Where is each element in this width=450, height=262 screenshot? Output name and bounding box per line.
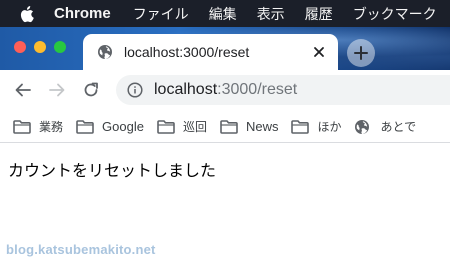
bookmark-folder-google[interactable]: Google xyxy=(76,119,144,134)
bookmark-atode[interactable]: あとで xyxy=(354,118,416,135)
folder-icon xyxy=(76,119,94,133)
close-window-button[interactable] xyxy=(14,41,26,53)
globe-icon xyxy=(97,44,113,60)
apple-logo-icon[interactable] xyxy=(19,4,34,24)
bookmark-label: Google xyxy=(102,119,144,134)
menu-app-chrome[interactable]: Chrome xyxy=(54,5,111,22)
page-content: カウントをリセットしました blog.katsubemakito.net xyxy=(0,144,450,262)
bookmark-folder-news[interactable]: News xyxy=(220,119,279,134)
menu-file[interactable]: ファイル xyxy=(133,4,189,24)
plus-icon xyxy=(354,46,368,60)
url-text: localhost:3000/reset xyxy=(154,81,297,99)
bookmark-label: 巡回 xyxy=(183,118,207,135)
bookmarks-bar: 業務 Google 巡回 News ほか あとで xyxy=(0,110,450,143)
reset-message: カウントをリセットしました xyxy=(8,157,216,181)
menu-history[interactable]: 履歴 xyxy=(305,4,333,24)
bookmark-label: ほか xyxy=(317,118,341,135)
bookmark-label: 業務 xyxy=(39,118,63,135)
bookmark-folder-hoka[interactable]: ほか xyxy=(291,118,341,135)
globe-icon xyxy=(354,119,372,133)
watermark: blog.katsubemakito.net xyxy=(6,242,156,257)
bookmark-label: News xyxy=(246,119,279,134)
bookmark-folder-junkai[interactable]: 巡回 xyxy=(157,118,207,135)
folder-icon xyxy=(291,119,309,133)
tab-strip: localhost:3000/reset xyxy=(0,27,450,70)
fullscreen-window-button[interactable] xyxy=(54,41,66,53)
folder-icon xyxy=(13,119,31,133)
forward-arrow-icon[interactable] xyxy=(48,81,66,99)
tab-title: localhost:3000/reset xyxy=(124,44,249,60)
menu-view[interactable]: 表示 xyxy=(257,4,285,24)
bookmark-label: あとで xyxy=(380,118,416,135)
close-tab-icon[interactable] xyxy=(312,44,326,58)
active-tab[interactable]: localhost:3000/reset xyxy=(83,34,338,70)
browser-toolbar: localhost:3000/reset xyxy=(0,70,450,110)
reload-icon[interactable] xyxy=(82,81,100,99)
minimize-window-button[interactable] xyxy=(34,41,46,53)
url-host: localhost xyxy=(154,81,217,98)
info-icon[interactable] xyxy=(127,82,143,98)
macos-menu-bar: Chrome ファイル 編集 表示 履歴 ブックマーク xyxy=(0,0,450,27)
url-path: :3000/reset xyxy=(217,81,297,98)
folder-icon xyxy=(157,119,175,133)
menu-bookmarks[interactable]: ブックマーク xyxy=(353,4,437,24)
folder-icon xyxy=(220,119,238,133)
menu-edit[interactable]: 編集 xyxy=(209,4,237,24)
bookmark-folder-gyomu[interactable]: 業務 xyxy=(13,118,63,135)
address-bar[interactable]: localhost:3000/reset xyxy=(116,75,450,105)
new-tab-button[interactable] xyxy=(347,39,375,67)
back-arrow-icon[interactable] xyxy=(14,81,32,99)
